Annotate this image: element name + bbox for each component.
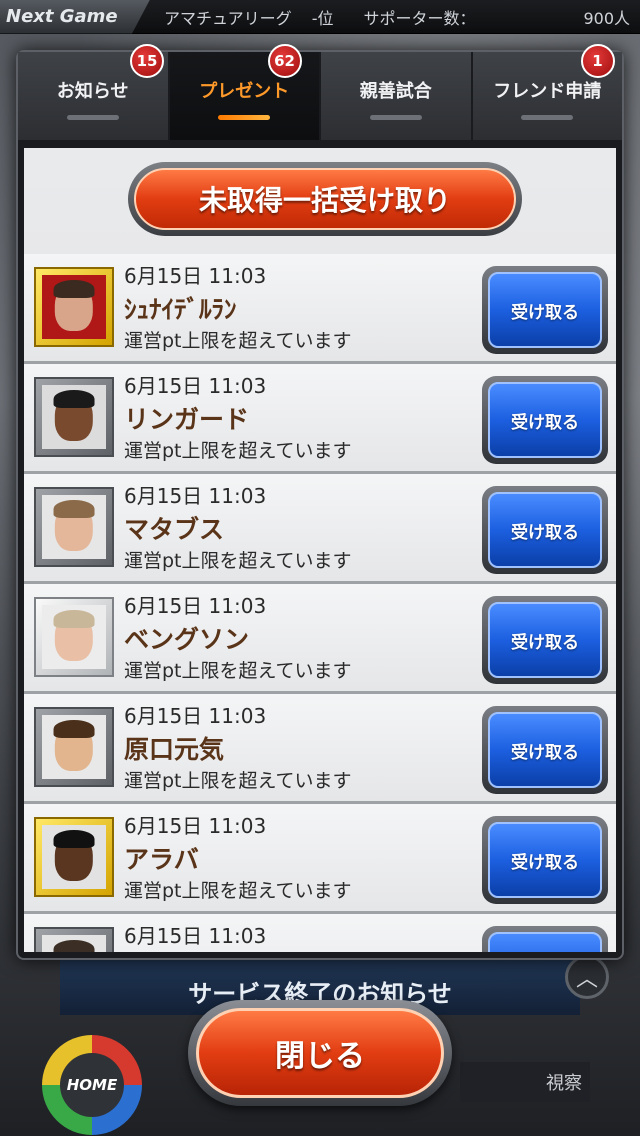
player-avatar <box>42 385 106 449</box>
home-button[interactable]: HOME <box>42 1035 142 1135</box>
next-game-label: Next Game <box>0 0 150 34</box>
tab-presents[interactable]: 62 プレゼント <box>169 44 321 140</box>
receive-button[interactable]: 受け取る <box>488 492 602 568</box>
watch-button[interactable]: 視察 <box>460 1062 590 1102</box>
present-row: 6月15日 11:03 アラバ 運営pt上限を超えています 受け取る <box>24 804 616 914</box>
tab-indicator <box>66 114 119 120</box>
supporters-label: サポーター数： <box>363 8 476 28</box>
present-note: 運営pt上限を超えています <box>124 330 352 352</box>
player-hair <box>53 940 95 952</box>
claim-all-button[interactable]: 未取得一括受け取り <box>134 168 516 230</box>
notification-badge: 15 <box>130 44 164 78</box>
present-list[interactable]: 6月15日 11:03 ｼｭﾅｲﾃﾞﾙﾗﾝ 運営pt上限を超えています 受け取る… <box>24 254 616 952</box>
player-name: ｼｭﾅｲﾃﾞﾙﾗﾝ <box>124 295 237 324</box>
tab-bar: 15 お知らせ 62 プレゼント 親善試合 1 フレンド申請 <box>18 44 622 140</box>
present-note: 運営pt上限を超えています <box>124 770 352 792</box>
present-note: 運営pt上限を超えています <box>124 550 352 572</box>
tab-label: フレンド申請 <box>493 80 602 102</box>
player-avatar <box>42 825 106 889</box>
player-hair <box>53 720 95 739</box>
player-avatar <box>42 605 106 669</box>
close-button[interactable]: 閉じる <box>196 1008 444 1098</box>
player-card-frame <box>34 817 114 897</box>
receive-button[interactable]: 受け取る <box>488 382 602 458</box>
receive-button[interactable]: 受け取る <box>488 822 602 898</box>
tab-label: お知らせ <box>56 80 129 102</box>
player-avatar <box>42 935 106 952</box>
receive-button-frame: 受け取る <box>482 816 608 904</box>
present-date: 6月15日 11:03 <box>124 374 267 398</box>
player-avatar <box>42 275 106 339</box>
player-card-frame <box>34 267 114 347</box>
player-card-frame <box>34 597 114 677</box>
present-date: 6月15日 11:03 <box>124 924 267 948</box>
notification-badge: 1 <box>580 44 615 78</box>
player-avatar <box>42 715 106 779</box>
close-button-frame: 閉じる <box>188 1000 452 1106</box>
present-date: 6月15日 11:03 <box>124 704 267 728</box>
present-date: 6月15日 11:03 <box>124 484 267 508</box>
player-hair <box>53 610 95 629</box>
watch-label: 視察 <box>546 1073 582 1094</box>
present-note: 運営pt上限を超えています <box>124 440 352 462</box>
player-hair <box>53 830 95 849</box>
present-list-panel[interactable]: 未取得一括受け取り 6月15日 11:03 ｼｭﾅｲﾃﾞﾙﾗﾝ 運営pt上限を超… <box>24 148 616 952</box>
tab-indicator <box>218 114 271 120</box>
chevron-up-icon[interactable]: ︿ <box>565 955 609 999</box>
player-name: マタブス <box>124 515 225 544</box>
player-name: アラバ <box>124 845 199 874</box>
supporters-count: 900人 <box>583 8 630 28</box>
player-name: ベングソン <box>124 625 250 654</box>
player-card-frame <box>34 487 114 567</box>
present-row: 6月15日 11:03 ベングソン 運営pt上限を超えています 受け取る <box>24 584 616 694</box>
receive-button-frame: 受け取る <box>482 926 608 952</box>
player-hair <box>53 390 95 409</box>
notification-badge: 62 <box>267 44 302 78</box>
present-date: 6月15日 11:03 <box>124 264 267 288</box>
receive-button[interactable]: 受け取る <box>488 932 602 952</box>
present-date: 6月15日 11:03 <box>124 594 267 618</box>
player-name: リンガード <box>124 405 250 434</box>
league-rank: -位 <box>311 8 334 28</box>
player-card-frame <box>34 927 114 952</box>
player-hair <box>53 280 95 299</box>
tab-label: 親善試合 <box>359 80 432 102</box>
league-name: アマチュアリーグ <box>164 8 292 28</box>
home-label: HOME <box>60 1053 124 1117</box>
player-card-frame <box>34 377 114 457</box>
receive-button[interactable]: 受け取る <box>488 602 602 678</box>
present-row: 6月15日 11:03 受け取る <box>24 914 616 952</box>
present-note: 運営pt上限を超えています <box>124 880 352 902</box>
tab-notices[interactable]: 15 お知らせ <box>18 44 170 140</box>
receive-button-frame: 受け取る <box>482 266 608 354</box>
player-hair <box>53 500 95 519</box>
present-box-modal: 15 お知らせ 62 プレゼント 親善試合 1 フレンド申請 未取得一括受け取り <box>16 44 624 960</box>
present-row: 6月15日 11:03 原口元気 運営pt上限を超えています 受け取る <box>24 694 616 804</box>
receive-button[interactable]: 受け取る <box>488 712 602 788</box>
claim-all-button-frame: 未取得一括受け取り <box>128 162 522 236</box>
tab-indicator <box>521 114 574 120</box>
present-date: 6月15日 11:03 <box>124 814 267 838</box>
receive-button[interactable]: 受け取る <box>488 272 602 348</box>
tab-label: プレゼント <box>199 80 290 102</box>
player-avatar <box>42 495 106 559</box>
receive-button-frame: 受け取る <box>482 596 608 684</box>
present-row: 6月15日 11:03 リンガード 運営pt上限を超えています 受け取る <box>24 364 616 474</box>
tab-friendly-match[interactable]: 親善試合 <box>321 52 473 140</box>
receive-button-frame: 受け取る <box>482 486 608 574</box>
present-row: 6月15日 11:03 マタブス 運営pt上限を超えています 受け取る <box>24 474 616 584</box>
status-bar: Next Game アマチュアリーグ -位 サポーター数： 900人 <box>0 0 640 34</box>
tab-friend-requests[interactable]: 1 フレンド申請 <box>472 44 622 140</box>
present-row: 6月15日 11:03 ｼｭﾅｲﾃﾞﾙﾗﾝ 運営pt上限を超えています 受け取る <box>24 254 616 364</box>
receive-button-frame: 受け取る <box>482 376 608 464</box>
receive-button-frame: 受け取る <box>482 706 608 794</box>
player-card-frame <box>34 707 114 787</box>
player-name: 原口元気 <box>124 735 225 764</box>
tab-indicator <box>369 114 422 120</box>
present-note: 運営pt上限を超えています <box>124 660 352 682</box>
